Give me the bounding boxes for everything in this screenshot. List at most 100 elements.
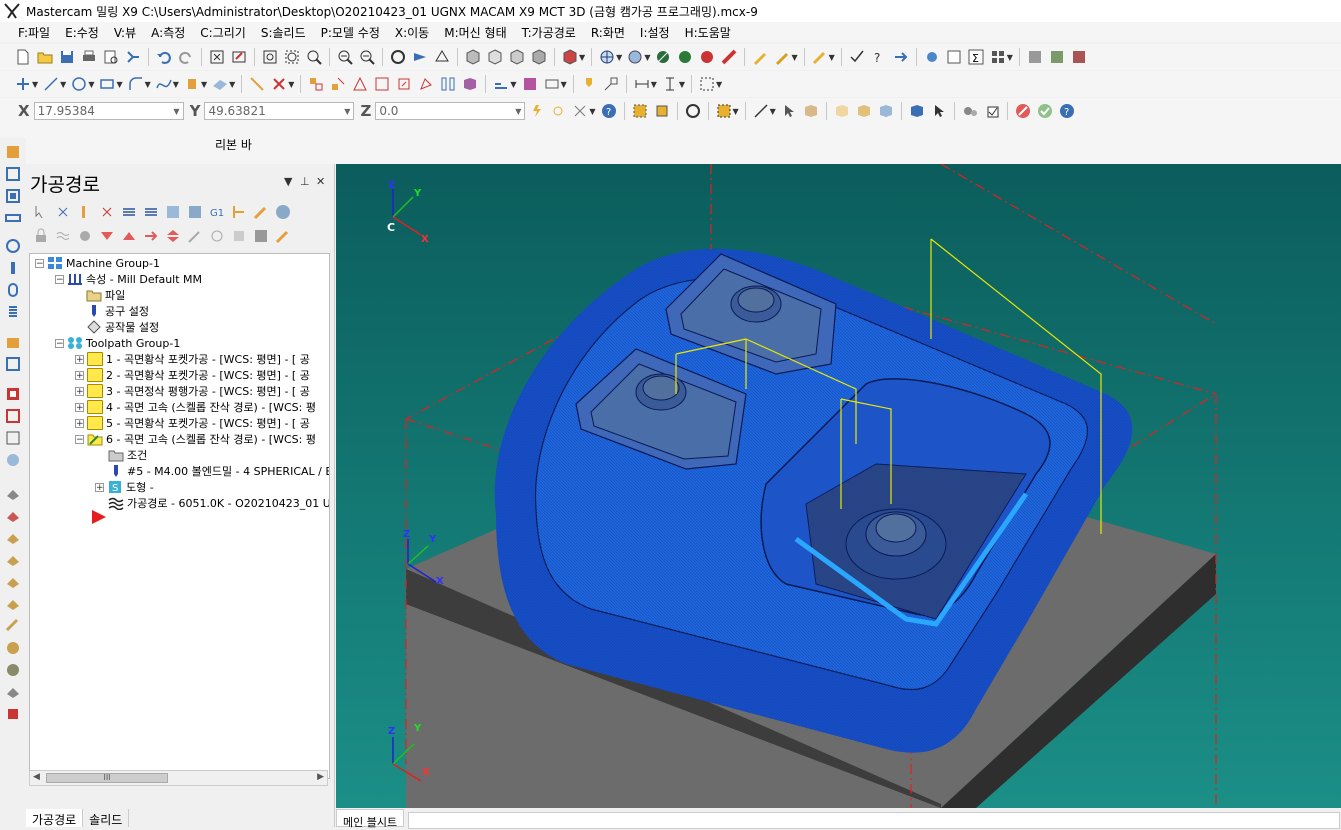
panel-menu-icon[interactable]: ▼ [284,175,292,188]
tree-node-condition[interactable]: 조건 [108,447,147,463]
analyze-dim-icon[interactable] [493,76,509,92]
toolpath-thread-icon[interactable] [5,304,21,320]
insert-arrow-icon[interactable] [143,228,159,244]
check-mark-icon[interactable] [849,49,865,65]
arrow-right-icon[interactable] [893,49,909,65]
pencil-multi-icon[interactable] [774,49,790,65]
sigma-icon[interactable]: Σ [968,49,984,65]
toolpath-contour-icon[interactable] [5,144,21,160]
toolpath-2d-hsm-icon[interactable] [5,334,21,350]
select-all-ops-icon[interactable] [33,204,49,220]
dropdown-arrow-icon[interactable]: ▼ [644,53,650,62]
xform-offset-icon[interactable] [396,76,412,92]
toggle-post-icon[interactable] [77,228,93,244]
toolpath-tree[interactable]: − Machine Group-1 − 속성 - Mill Default MM… [29,253,330,779]
z-coord-field[interactable]: 0.0 ▼ [375,102,526,120]
refresh-list-icon[interactable] [946,49,962,65]
main-sheet-tab[interactable]: 메인 블시트 [336,809,405,829]
toolpath-3d-h-icon[interactable] [5,640,21,656]
pointer-icon[interactable] [781,103,797,119]
top-view-icon[interactable] [487,49,503,65]
toolpath-face-icon[interactable] [5,188,21,204]
expand-icon[interactable]: + [75,386,84,396]
dropdown-arrow-icon[interactable]: ▼ [145,80,151,89]
hatch-icon[interactable] [699,76,715,92]
menu-create[interactable]: C:그리기 [194,24,255,41]
translucent-icon[interactable] [721,49,737,65]
menu-screen[interactable]: R:화면 [585,24,634,41]
verify-selection-icon[interactable] [685,103,701,119]
trim-icon[interactable] [249,76,265,92]
tree-node-toolpath-group[interactable]: − Toolpath Group-1 [55,335,180,351]
cube-view-icon[interactable] [562,49,578,65]
toolpath-3d-j-icon[interactable] [5,684,21,700]
verify-ops-icon[interactable] [187,204,203,220]
menu-settings[interactable]: I:설정 [634,24,679,41]
scroll-to-insert-icon[interactable] [165,228,181,244]
open-folder-icon[interactable] [37,49,53,65]
tree-node-toolpath-data[interactable]: 가공경로 - 6051.0K - O20210423_01 UG [108,495,329,511]
wand-icon[interactable] [812,49,828,65]
dropdown-arrow-icon[interactable]: ▼ [716,80,722,89]
gview-icon[interactable] [412,49,428,65]
expand-icon[interactable]: + [75,402,84,412]
toolpath-3d-c-icon[interactable] [5,530,21,546]
toolpath-project-icon[interactable] [5,452,21,468]
help-circle-icon[interactable]: ? [601,103,617,119]
sphere-icon[interactable] [627,49,643,65]
regen-dirty-icon[interactable] [143,204,159,220]
toolpath-surface-icon[interactable] [5,386,21,402]
x-coord-dropdown-icon[interactable]: ▼ [173,107,182,116]
xform-project-icon[interactable] [418,76,434,92]
expand-icon[interactable]: + [75,370,84,380]
merge-icon[interactable] [125,49,141,65]
dropdown-arrow-icon[interactable]: ▼ [651,80,657,89]
redo-icon[interactable] [178,49,194,65]
right-view-icon[interactable] [531,49,547,65]
toggle-display-icon[interactable] [55,228,71,244]
grid-icon[interactable] [990,49,1006,65]
show-tool-icon[interactable] [187,228,203,244]
fit-screen-icon[interactable] [209,49,225,65]
settings-gear-icon[interactable] [924,49,940,65]
autocursor-icon[interactable] [550,103,566,119]
dropdown-arrow-icon[interactable]: ▼ [88,80,94,89]
dropdown-arrow-icon[interactable]: ▼ [32,80,38,89]
dropdown-arrow-icon[interactable]: ▼ [679,80,685,89]
x-coord-field[interactable]: 17.95384 ▼ [33,102,184,120]
dropdown-arrow-icon[interactable]: ▼ [116,80,122,89]
collapse-icon[interactable]: − [55,274,64,284]
xform-array-icon[interactable] [440,76,456,92]
cancel-circle-icon[interactable] [1015,103,1031,119]
dropdown-arrow-icon[interactable]: ▼ [173,80,179,89]
check-select-icon[interactable] [984,103,1000,119]
toolpath-3d-a-icon[interactable] [5,486,21,502]
toolpath-finish-icon[interactable] [5,408,21,424]
tree-node-geometry[interactable]: + S 도형 - [95,479,154,495]
ops-visibility-icon[interactable] [275,228,291,244]
tree-node-op-3[interactable]: + 3 - 곡면정삭 평행가공 - [WCS: 평면] - [ 공 [75,383,310,399]
window-select-icon[interactable] [716,103,732,119]
menu-xform[interactable]: X:이동 [389,24,438,41]
xform-rotate-icon[interactable] [330,76,346,92]
toolpath-dynamic-icon[interactable] [5,356,21,372]
delete-icon[interactable] [271,76,287,92]
dropdown-arrow-icon[interactable]: ▼ [770,107,776,116]
menu-file[interactable]: F:파일 [12,24,59,41]
shade-toggle-icon[interactable] [699,49,715,65]
panel-close-icon[interactable]: ✕ [316,175,325,188]
snap-settings-icon[interactable] [572,103,588,119]
toolpath-slot-icon[interactable] [5,210,21,226]
dropdown-arrow-icon[interactable]: ▼ [791,53,797,62]
cplane-icon[interactable] [434,49,450,65]
show-fixture-icon[interactable] [231,228,247,244]
verify-icon[interactable] [1049,49,1065,65]
menu-help[interactable]: H:도움말 [679,24,740,41]
toolpath-3d-f-icon[interactable] [5,596,21,612]
tree-node-op-1[interactable]: + 1 - 곡면황삭 포켓가공 - [WCS: 평면] - [ 공 [75,351,310,367]
menu-model-prep[interactable]: P:모델 수정 [315,24,389,41]
zoom-target-icon[interactable] [262,49,278,65]
solid-pick-icon[interactable] [909,103,925,119]
dropdown-arrow-icon[interactable]: ▼ [589,107,595,116]
xform-scale-icon[interactable] [374,76,390,92]
